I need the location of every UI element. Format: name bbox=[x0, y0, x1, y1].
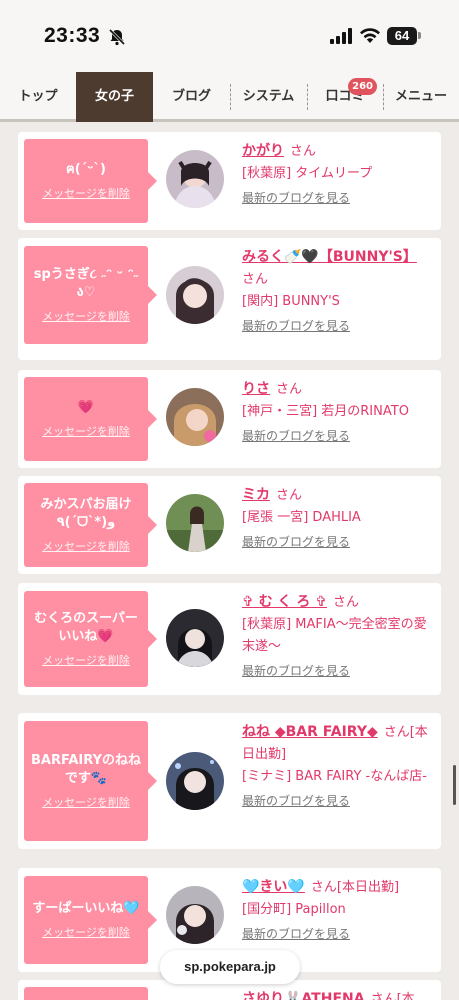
name-suffix: さん bbox=[276, 488, 303, 503]
shop-info: [神戸・三宮] 若月のRINATO bbox=[242, 404, 409, 419]
name-suffix: さん bbox=[242, 272, 269, 287]
shop-info: [尾張 一宮] DAHLIA bbox=[242, 510, 361, 525]
avatar[interactable] bbox=[166, 494, 224, 552]
girl-name-link[interactable]: ✞ む く ろ ✞ bbox=[242, 594, 327, 610]
wifi-icon bbox=[360, 28, 380, 43]
message-text: すーぱーいいね🩵 bbox=[32, 901, 140, 916]
tab-top[interactable]: トップ bbox=[0, 72, 76, 122]
nav-tabs: トップ 女の子 ブログ システム 口コミ 260 メニュー bbox=[0, 72, 459, 122]
shop-info: [ミナミ] BAR FAIRY -なんば店- bbox=[242, 769, 427, 784]
message-bubble: すーぱーいいね🩵 メッセージを削除 bbox=[24, 876, 157, 964]
delete-message-link[interactable]: メッセージを削除 bbox=[30, 924, 142, 940]
view-blog-link[interactable]: 最新のブログを見る bbox=[242, 315, 350, 337]
view-blog-link[interactable]: 最新のブログを見る bbox=[242, 531, 350, 553]
girls-list: ฅ(ˊᵕˋ) メッセージを削除 かがり さん [秋葉原] タイムリープ 最新のブロ… bbox=[0, 125, 459, 1000]
view-blog-link[interactable]: 最新のブログを見る bbox=[242, 790, 350, 812]
tab-girls[interactable]: 女の子 bbox=[76, 72, 153, 122]
list-item: spうさぎ૮ ˶ᵔ ᵕ ᵔ˶ ა♡ メッセージを削除 みるく🍼🖤【BUNNY'S… bbox=[18, 238, 441, 360]
message-bubble: BARFAIRYのねねです🐾 メッセージを削除 bbox=[24, 721, 157, 841]
girl-name-link[interactable]: ねね ◆BAR FAIRY◆ bbox=[242, 724, 378, 740]
tab-menu[interactable]: メニュー bbox=[383, 72, 459, 122]
name-suffix: さん[本 bbox=[370, 992, 415, 1000]
message-text: spうさぎ૮ ˶ᵔ ᵕ ᵔ˶ ა♡ bbox=[33, 267, 139, 300]
message-bubble bbox=[24, 987, 148, 1000]
battery-icon: 64 bbox=[387, 27, 417, 45]
view-blog-link[interactable]: 最新のブログを見る bbox=[242, 187, 350, 209]
bell-muted-icon bbox=[108, 28, 126, 46]
reviews-count-badge: 260 bbox=[348, 78, 377, 95]
avatar[interactable] bbox=[166, 752, 224, 810]
delete-message-link[interactable]: メッセージを削除 bbox=[30, 652, 142, 668]
shop-info: [秋葉原] タイムリープ bbox=[242, 166, 373, 181]
avatar[interactable] bbox=[166, 886, 224, 944]
name-suffix: さん bbox=[332, 595, 359, 610]
list-item: BARFAIRYのねねです🐾 メッセージを削除 ねね ◆BAR FAIRY◆ さん… bbox=[18, 713, 441, 849]
message-text: ฅ(ˊᵕˋ) bbox=[66, 162, 106, 177]
girl-name-link[interactable]: みるく🍼🖤【BUNNY'S】 bbox=[242, 249, 417, 265]
message-bubble: spうさぎ૮ ˶ᵔ ᵕ ᵔ˶ ა♡ メッセージを削除 bbox=[24, 246, 157, 344]
girl-name-link[interactable]: さゆり🐰ATHENA bbox=[242, 991, 365, 1000]
message-text: BARFAIRYのねねです🐾 bbox=[31, 753, 141, 786]
tab-reviews[interactable]: 口コミ 260 bbox=[307, 72, 383, 122]
delete-message-link[interactable]: メッセージを削除 bbox=[30, 185, 142, 201]
message-bubble: むくろのスーパーいいね💗 メッセージを削除 bbox=[24, 591, 157, 687]
list-item: むくろのスーパーいいね💗 メッセージを削除 ✞ む く ろ ✞ さん [秋葉原] … bbox=[18, 583, 441, 695]
message-bubble: 💗 メッセージを削除 bbox=[24, 377, 157, 461]
message-bubble: ฅ(ˊᵕˋ) メッセージを削除 bbox=[24, 139, 157, 223]
avatar[interactable] bbox=[166, 266, 224, 324]
delete-message-link[interactable]: メッセージを削除 bbox=[30, 423, 142, 439]
message-text: みかスパお届け ٩(ˊᗜˋ*)و bbox=[40, 497, 132, 530]
list-item: ฅ(ˊᵕˋ) メッセージを削除 かがり さん [秋葉原] タイムリープ 最新のブロ… bbox=[18, 132, 441, 230]
avatar[interactable] bbox=[166, 609, 224, 667]
view-blog-link[interactable]: 最新のブログを見る bbox=[242, 660, 350, 682]
message-bubble: みかスパお届け ٩(ˊᗜˋ*)و メッセージを削除 bbox=[24, 483, 157, 567]
tab-system[interactable]: システム bbox=[230, 72, 307, 122]
message-text: 💗 bbox=[77, 400, 95, 415]
list-item: みかスパお届け ٩(ˊᗜˋ*)و メッセージを削除 ミカ さん [尾張 一宮] D… bbox=[18, 476, 441, 574]
name-suffix: さん bbox=[290, 144, 317, 159]
tab-blog[interactable]: ブログ bbox=[153, 72, 230, 122]
url-bar[interactable]: sp.pokepara.jp bbox=[160, 950, 300, 984]
girl-name-link[interactable]: かがり bbox=[242, 143, 284, 159]
shop-info: [国分町] Papillon bbox=[242, 902, 346, 917]
status-time: 23:33 bbox=[44, 24, 101, 47]
name-suffix: さん[本日出勤] bbox=[310, 880, 400, 895]
scroll-indicator[interactable] bbox=[453, 765, 456, 805]
status-bar: 23:33 64 bbox=[0, 0, 459, 72]
name-suffix: さん bbox=[276, 382, 303, 397]
battery-tip bbox=[418, 32, 421, 39]
girl-name-link[interactable]: 🩵きい🩵 bbox=[242, 879, 305, 895]
girl-name-link[interactable]: りさ bbox=[242, 381, 270, 397]
girl-name-link[interactable]: ミカ bbox=[242, 487, 270, 503]
delete-message-link[interactable]: メッセージを削除 bbox=[30, 308, 142, 324]
delete-message-link[interactable]: メッセージを削除 bbox=[30, 538, 142, 554]
signal-icon bbox=[330, 28, 352, 44]
avatar[interactable] bbox=[166, 388, 224, 446]
shop-info: [秋葉原] MAFIA～完全密室の愛末遂～ bbox=[242, 617, 427, 654]
message-text: むくろのスーパーいいね💗 bbox=[34, 611, 138, 644]
view-blog-link[interactable]: 最新のブログを見る bbox=[242, 425, 350, 447]
delete-message-link[interactable]: メッセージを削除 bbox=[30, 794, 142, 810]
view-blog-link[interactable]: 最新のブログを見る bbox=[242, 923, 350, 945]
shop-info: [関内] BUNNY'S bbox=[242, 294, 340, 309]
list-item: 💗 メッセージを削除 りさ さん [神戸・三宮] 若月のRINATO 最新のブログ… bbox=[18, 370, 441, 468]
avatar[interactable] bbox=[166, 150, 224, 208]
